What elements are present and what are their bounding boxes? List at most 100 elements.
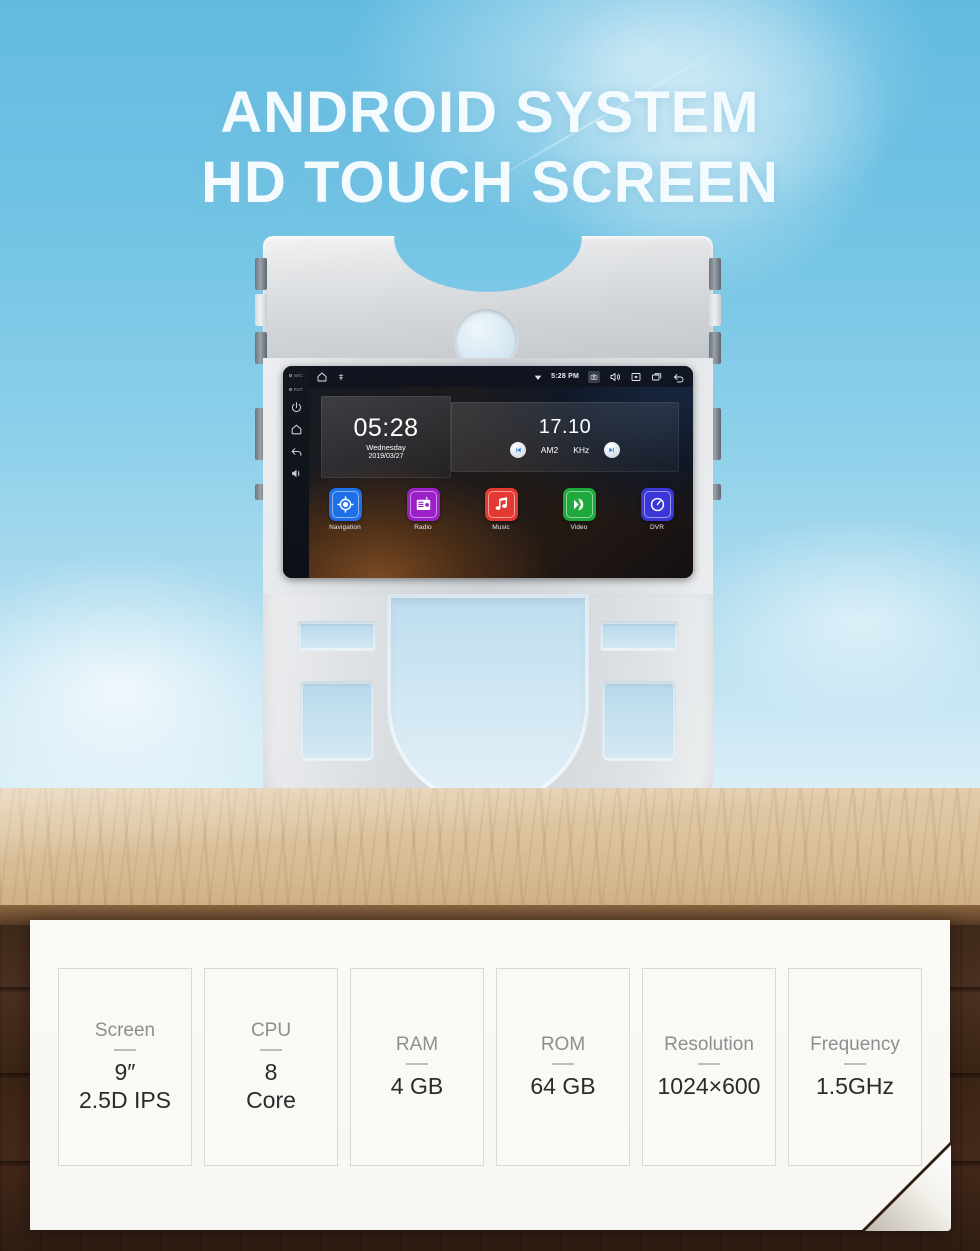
touch-screen[interactable]: MIC RST 5:28 PM 05:28 Wednesday 2019/03/… [283, 366, 693, 578]
app-navigation[interactable]: Navigation [321, 488, 369, 531]
screen-display: 5:28 PM 05:28 Wednesday 2019/03/27 17.10… [309, 366, 693, 578]
spec-card-cpu: CPU 8 Core [204, 968, 338, 1166]
home-icon[interactable] [290, 423, 303, 436]
wifi-icon [534, 373, 542, 381]
recents-icon[interactable] [651, 371, 663, 383]
clock-widget[interactable]: 05:28 Wednesday 2019/03/27 [321, 396, 451, 478]
back-arrow-icon[interactable] [290, 445, 303, 458]
mount-clip [709, 258, 721, 290]
camera-icon[interactable] [588, 370, 600, 383]
home-icon[interactable] [316, 371, 328, 383]
spec-value-line-1: 8 [264, 1059, 278, 1085]
power-icon[interactable] [290, 401, 303, 414]
spec-value: 9″ 2.5D IPS [79, 1058, 171, 1114]
spec-card-ram: RAM 4 GB [350, 968, 484, 1166]
android-status-bar: 5:28 PM [309, 366, 693, 387]
clock-weekday: Wednesday [366, 443, 406, 452]
app-label-dvr: DVR [649, 524, 665, 531]
spec-title: Resolution [664, 1034, 754, 1055]
spec-divider [260, 1049, 282, 1051]
spec-title: CPU [250, 1020, 292, 1041]
spec-divider [698, 1063, 720, 1065]
mic-indicator-label: MIC [294, 373, 303, 378]
clock-date: 2019/03/27 [368, 453, 404, 460]
mount-clip [255, 258, 267, 290]
navigation-target-icon [331, 491, 359, 518]
spec-title: Screen [94, 1020, 156, 1041]
spec-value: 1.5GHz [816, 1072, 894, 1100]
radio-icon [409, 491, 437, 518]
radio-frequency: 17.10 [538, 416, 592, 438]
page-headline: ANDROID SYSTEM HD TOUCH SCREEN [0, 78, 980, 218]
home-widgets: 05:28 Wednesday 2019/03/27 17.10 AM2 KHz [321, 396, 681, 478]
clock-time: 05:28 [353, 414, 419, 442]
app-label-music: Music [492, 524, 510, 531]
app-dvr[interactable]: DVR [633, 488, 681, 531]
mic-dot-icon [289, 374, 293, 377]
speaker-icon[interactable] [609, 371, 621, 383]
mount-clip [709, 294, 721, 326]
spec-value-line-1: 9″ [114, 1059, 136, 1085]
music-tile[interactable] [484, 488, 518, 521]
navigation-tile[interactable] [328, 488, 362, 521]
spec-value-line-2: 2.5D IPS [78, 1087, 172, 1113]
spec-card-screen: Screen 9″ 2.5D IPS [58, 968, 192, 1166]
app-label-navigation: Navigation [329, 524, 361, 531]
spec-title: RAM [395, 1034, 439, 1055]
radio-band-label: AM2 [540, 445, 559, 455]
mount-clip [255, 294, 267, 326]
headline-line-1: ANDROID SYSTEM [220, 80, 760, 145]
app-video[interactable]: Video [555, 488, 603, 531]
hardware-button-strip: MIC RST [283, 366, 309, 578]
spec-value: 64 GB [530, 1072, 595, 1100]
radio-unit-label: KHz [573, 445, 590, 455]
back-arrow-icon[interactable] [672, 371, 686, 383]
specification-list: Screen 9″ 2.5D IPS CPU 8 Core RAM 4 GB R… [52, 968, 928, 1166]
spec-divider [552, 1063, 574, 1065]
assistant-icon[interactable] [337, 371, 345, 383]
spec-divider [114, 1049, 136, 1051]
radio-tile[interactable] [406, 488, 440, 521]
spec-divider [844, 1063, 866, 1065]
fascia-cutout-bottom-right [602, 681, 676, 761]
video-play-icon [565, 491, 593, 518]
reset-dot-icon [288, 388, 292, 391]
spec-value-line-1: 1.5GHz [816, 1073, 894, 1099]
volume-icon[interactable] [290, 467, 303, 480]
spec-value-line-1: 1024×600 [657, 1073, 761, 1099]
video-tile[interactable] [562, 488, 596, 521]
music-note-icon [487, 491, 515, 518]
reset-indicator: RST [288, 387, 304, 392]
radio-controls: AM2 KHz [509, 442, 621, 458]
radio-widget[interactable]: 17.10 AM2 KHz [451, 402, 679, 472]
spec-card-resolution: Resolution 1024×600 [642, 968, 776, 1166]
fascia-cutout-top-right [600, 621, 678, 651]
spec-title: ROM [540, 1034, 586, 1055]
reset-indicator-label: RST [293, 387, 304, 392]
fascia-cutout-bottom-left [300, 681, 374, 761]
spec-value-line-1: 4 GB [390, 1073, 444, 1099]
app-launcher-row: Navigation Radio Music Video DVR [321, 488, 681, 531]
radio-prev-button[interactable] [509, 442, 526, 458]
fascia-center-opening [387, 594, 589, 806]
headline-line-2: HD TOUCH SCREEN [201, 150, 779, 215]
spec-card-rom: ROM 64 GB [496, 968, 630, 1166]
spec-divider [406, 1063, 428, 1065]
spec-value: 4 GB [391, 1072, 443, 1100]
status-bar-clock: 5:28 PM [551, 373, 579, 380]
spec-value: 8 Core [246, 1058, 296, 1114]
app-music[interactable]: Music [477, 488, 525, 531]
radio-next-button[interactable] [604, 442, 621, 458]
spec-value: 1024×600 [658, 1072, 761, 1100]
spec-title: Frequency [810, 1034, 900, 1055]
specification-sheet: Screen 9″ 2.5D IPS CPU 8 Core RAM 4 GB R… [30, 920, 951, 1231]
dvr-gauge-icon [643, 491, 671, 518]
spec-card-frequency: Frequency 1.5GHz [788, 968, 922, 1166]
wooden-table-surface [0, 788, 980, 908]
spec-value-line-1: 64 GB [530, 1073, 596, 1099]
close-box-icon[interactable] [630, 371, 642, 383]
app-label-video: Video [570, 524, 588, 531]
dvr-tile[interactable] [640, 488, 674, 521]
app-radio[interactable]: Radio [399, 488, 447, 531]
car-stereo-unit: MIC RST 5:28 PM 05:28 Wednesday 2019/03/… [255, 236, 721, 816]
